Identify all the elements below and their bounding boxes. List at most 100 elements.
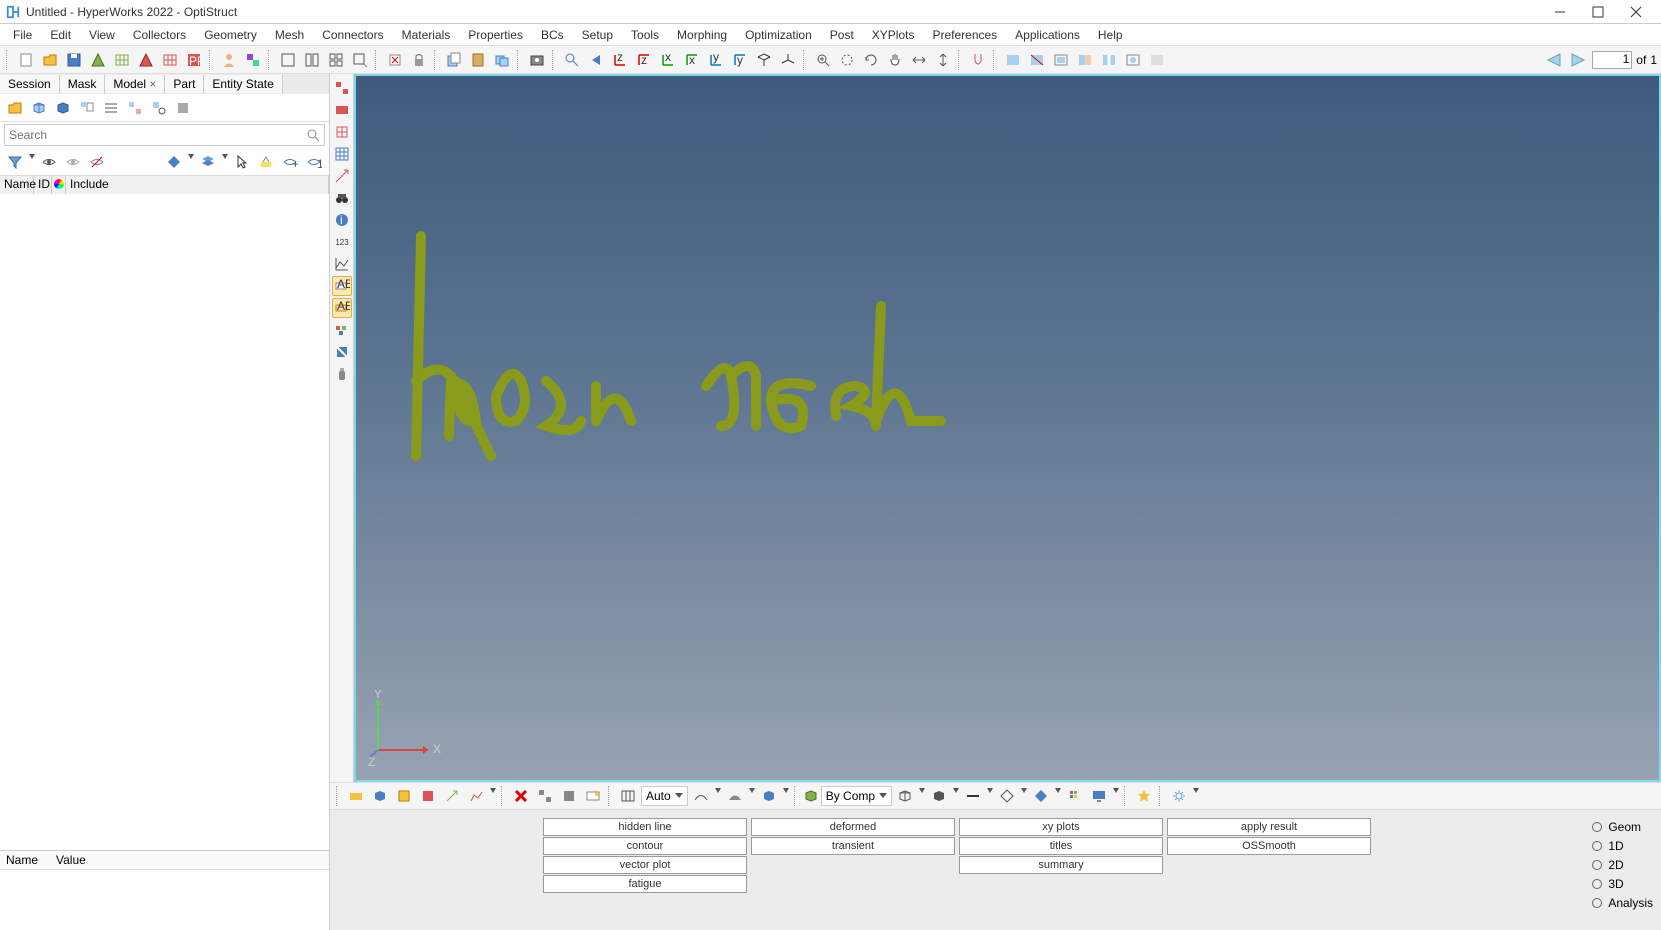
open-button[interactable] <box>39 49 61 71</box>
reverse-iso-icon[interactable] <box>777 49 799 71</box>
bt-surf-shade-icon[interactable] <box>724 785 746 807</box>
vtb-binoculars-icon[interactable] <box>332 188 352 208</box>
pan-icon[interactable] <box>884 49 906 71</box>
panel-transient[interactable]: transient <box>751 837 955 855</box>
bt-wire-cube-icon[interactable] <box>894 785 916 807</box>
cursor-icon[interactable] <box>231 151 253 173</box>
props-header-name[interactable]: Name <box>0 851 50 869</box>
bt-plot-dropdown[interactable] <box>489 785 497 807</box>
new-button[interactable] <box>15 49 37 71</box>
vtb-assembly-icon[interactable] <box>332 78 352 98</box>
circle-zoom-icon[interactable] <box>836 49 858 71</box>
bt-cube-icon[interactable] <box>758 785 780 807</box>
diamond-dropdown[interactable] <box>187 151 195 173</box>
show-hide-1-icon[interactable] <box>38 151 60 173</box>
mask-2-icon[interactable] <box>1026 49 1048 71</box>
bt-delete-icon[interactable] <box>510 785 532 807</box>
tab-mask[interactable]: Mask <box>60 75 106 93</box>
xy-bottom-icon[interactable]: z <box>633 49 655 71</box>
tree-body[interactable] <box>0 194 329 844</box>
menu-setup[interactable]: Setup <box>573 26 622 44</box>
menu-tools[interactable]: Tools <box>622 26 668 44</box>
bt-shade-cube-icon[interactable] <box>928 785 950 807</box>
show-hide-2-icon[interactable] <box>62 151 84 173</box>
page-radio-2d[interactable]: 2D <box>1592 856 1653 874</box>
bt-star-icon[interactable] <box>1133 785 1155 807</box>
panel-xy-plots[interactable]: xy plots <box>959 818 1163 836</box>
menu-connectors[interactable]: Connectors <box>313 26 392 44</box>
panel-apply-result[interactable]: apply result <box>1167 818 1371 836</box>
properties-body[interactable] <box>0 870 329 930</box>
menu-collectors[interactable]: Collectors <box>124 26 195 44</box>
cube-gray-icon[interactable] <box>172 97 194 119</box>
export-fe-icon[interactable] <box>159 49 181 71</box>
take-screenshot-icon[interactable] <box>526 49 548 71</box>
3d-viewport[interactable]: X Y Z <box>354 74 1661 782</box>
bt-diamond-dd[interactable] <box>1020 785 1028 807</box>
paste-page-icon[interactable] <box>467 49 489 71</box>
page-layout-1-icon[interactable] <box>277 49 299 71</box>
minimize-button[interactable] <box>1541 0 1579 24</box>
menu-xyplots[interactable]: XYPlots <box>863 26 924 44</box>
menu-applications[interactable]: Applications <box>1006 26 1089 44</box>
bt-gear-icon[interactable] <box>1168 785 1190 807</box>
export-geometry-icon[interactable] <box>135 49 157 71</box>
bt-gear-dd[interactable] <box>1192 785 1200 807</box>
bt-renumber-icon[interactable] <box>558 785 580 807</box>
vtb-loads-icon[interactable] <box>332 122 352 142</box>
cube-group-icon[interactable] <box>124 97 146 119</box>
sync-windows-icon[interactable] <box>491 49 513 71</box>
bt-shade-cube-dd[interactable] <box>952 785 960 807</box>
import-fe-icon[interactable] <box>111 49 133 71</box>
rotate-icon[interactable] <box>860 49 882 71</box>
bt-edge-dd[interactable] <box>986 785 994 807</box>
search-input[interactable] <box>9 128 306 142</box>
bt-load-icon[interactable] <box>393 785 415 807</box>
tree-header-name[interactable]: Name <box>0 176 34 194</box>
bt-comp-icon[interactable] <box>345 785 367 807</box>
fit-icon[interactable] <box>561 49 583 71</box>
tab-entity-state[interactable]: Entity State <box>204 75 282 93</box>
eye-toggle-icon[interactable]: +/- <box>279 151 301 173</box>
bt-wire-cube-dd[interactable] <box>918 785 926 807</box>
delete-page-icon[interactable] <box>384 49 406 71</box>
user-profile-icon[interactable] <box>218 49 240 71</box>
utility-menu-icon[interactable] <box>242 49 264 71</box>
tree-header-include[interactable]: Include <box>66 176 329 194</box>
arrows-lr-icon[interactable] <box>908 49 930 71</box>
menu-materials[interactable]: Materials <box>393 26 460 44</box>
menu-mesh[interactable]: Mesh <box>266 26 313 44</box>
menu-geometry[interactable]: Geometry <box>195 26 266 44</box>
vtb-components-icon[interactable] <box>332 100 352 120</box>
menu-view[interactable]: View <box>80 26 124 44</box>
previous-view-icon[interactable] <box>585 49 607 71</box>
bt-mesh-icon[interactable] <box>1064 785 1086 807</box>
page-radio-analysis[interactable]: Analysis <box>1592 894 1653 912</box>
xy-top-icon[interactable]: z <box>609 49 631 71</box>
import-geometry-icon[interactable] <box>87 49 109 71</box>
eye-1-icon[interactable]: 1 <box>303 151 325 173</box>
panel-contour[interactable]: contour <box>543 837 747 855</box>
menu-optimization[interactable]: Optimization <box>736 26 821 44</box>
ortho-proj-icon[interactable] <box>967 49 989 71</box>
iso-view-icon[interactable] <box>753 49 775 71</box>
menu-bcs[interactable]: BCs <box>532 26 573 44</box>
search-icon[interactable] <box>306 128 320 142</box>
page-layout-dropdown[interactable] <box>349 49 371 71</box>
cube-table-icon[interactable] <box>76 97 98 119</box>
xz-left-icon[interactable]: x <box>657 49 679 71</box>
list-view-icon[interactable] <box>100 97 122 119</box>
page-radio-1d[interactable]: 1D <box>1592 837 1653 855</box>
panel-hidden-line[interactable]: hidden line <box>543 818 747 836</box>
mask-4-icon[interactable] <box>1074 49 1096 71</box>
menu-post[interactable]: Post <box>821 26 863 44</box>
bt-diamond-icon[interactable] <box>996 785 1018 807</box>
tree-header-color[interactable] <box>52 176 66 194</box>
menu-preferences[interactable]: Preferences <box>923 26 1006 44</box>
filter-1-icon[interactable] <box>4 151 26 173</box>
yz-rear-icon[interactable]: y <box>729 49 751 71</box>
arrows-updown-icon[interactable] <box>932 49 954 71</box>
show-hide-3-icon[interactable] <box>86 151 108 173</box>
ppt-icon[interactable]: PPT <box>183 49 205 71</box>
bt-edge-icon[interactable] <box>962 785 984 807</box>
